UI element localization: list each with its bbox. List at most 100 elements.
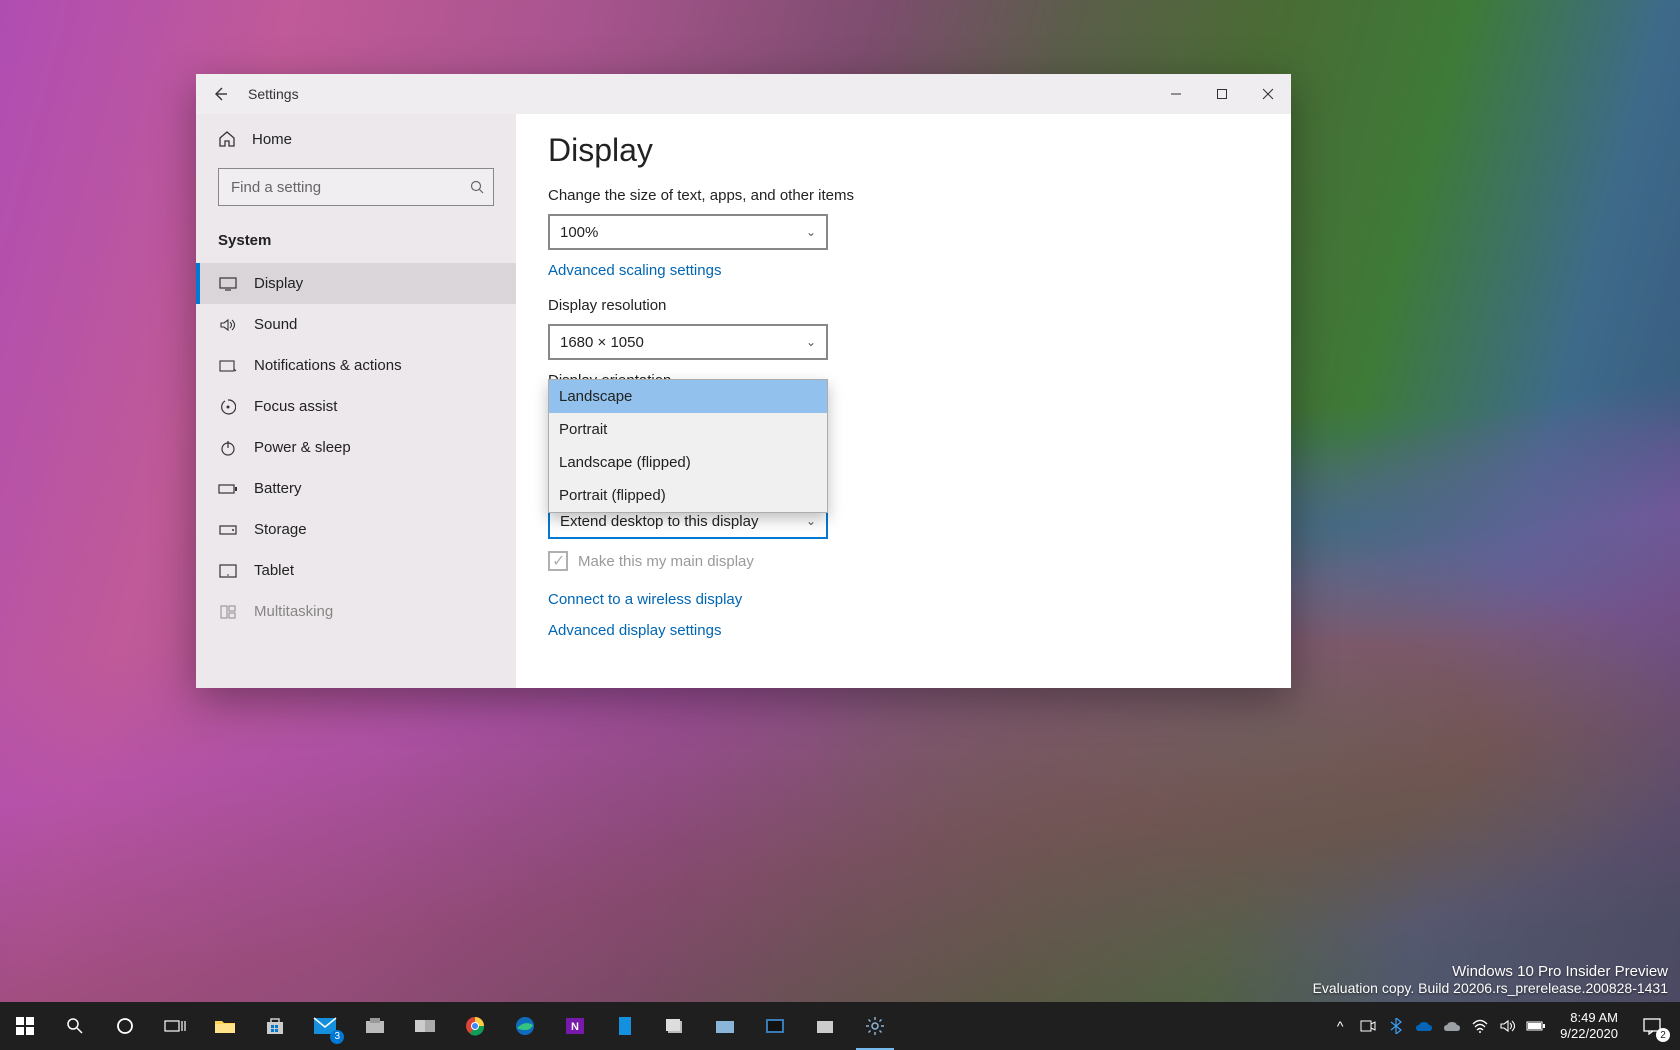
sidebar-item-tablet[interactable]: Tablet xyxy=(196,550,516,591)
orientation-option-landscape-flipped[interactable]: Landscape (flipped) xyxy=(549,446,827,479)
sidebar-item-focus-assist[interactable]: Focus assist xyxy=(196,386,516,427)
content-pane: Display Change the size of text, apps, a… xyxy=(516,114,1291,688)
home-icon xyxy=(218,130,236,148)
mail-badge: 3 xyxy=(330,1030,344,1044)
sidebar-item-multitasking[interactable]: Multitasking xyxy=(196,591,516,632)
sidebar-item-notifications[interactable]: Notifications & actions xyxy=(196,345,516,386)
back-button[interactable] xyxy=(196,74,244,114)
power-icon xyxy=(218,440,238,456)
notifications-icon xyxy=(218,359,238,373)
advanced-display-link[interactable]: Advanced display settings xyxy=(548,622,721,639)
page-title: Display xyxy=(548,132,1291,169)
sidebar-item-sound[interactable]: Sound xyxy=(196,304,516,345)
tray-overflow-icon[interactable]: ^ xyxy=(1326,1002,1354,1050)
sidebar-item-display[interactable]: Display xyxy=(196,263,516,304)
time: 8:49 AM xyxy=(1560,1010,1618,1026)
app-button-3[interactable] xyxy=(600,1002,650,1050)
date: 9/22/2020 xyxy=(1560,1026,1618,1042)
watermark: Windows 10 Pro Insider Preview Evaluatio… xyxy=(1313,963,1668,996)
mail-button[interactable]: 3 xyxy=(300,1002,350,1050)
meet-now-icon[interactable] xyxy=(1354,1002,1382,1050)
checkbox-icon xyxy=(548,551,568,571)
chrome-button[interactable] xyxy=(450,1002,500,1050)
app-button-6[interactable] xyxy=(750,1002,800,1050)
watermark-line1: Windows 10 Pro Insider Preview xyxy=(1313,963,1668,980)
app-button-5[interactable] xyxy=(700,1002,750,1050)
app-button-1[interactable] xyxy=(350,1002,400,1050)
battery-icon xyxy=(218,483,238,495)
sound-icon xyxy=(218,318,238,332)
onedrive-icon[interactable] xyxy=(1410,1002,1438,1050)
sidebar-label: Sound xyxy=(254,316,297,333)
advanced-scaling-link[interactable]: Advanced scaling settings xyxy=(548,262,721,279)
search-box[interactable] xyxy=(218,168,494,206)
sidebar-group-system: System xyxy=(196,222,516,263)
display-icon xyxy=(218,277,238,291)
maximize-button[interactable] xyxy=(1199,74,1245,114)
task-view-button[interactable] xyxy=(150,1002,200,1050)
storage-icon xyxy=(218,525,238,535)
file-explorer-button[interactable] xyxy=(200,1002,250,1050)
app-button-7[interactable] xyxy=(800,1002,850,1050)
scale-value: 100% xyxy=(560,224,598,241)
resolution-value: 1680 × 1050 xyxy=(560,334,644,351)
sidebar-label: Storage xyxy=(254,521,307,538)
search-button[interactable] xyxy=(50,1002,100,1050)
resolution-combobox[interactable]: 1680 × 1050 ⌄ xyxy=(548,324,828,360)
orientation-dropdown[interactable]: Landscape Portrait Landscape (flipped) P… xyxy=(548,379,828,513)
scale-label: Change the size of text, apps, and other… xyxy=(548,187,1291,204)
main-display-label: Make this my main display xyxy=(578,553,754,570)
sidebar-label: Tablet xyxy=(254,562,294,579)
main-display-checkbox: Make this my main display xyxy=(548,551,1291,571)
chevron-down-icon: ⌄ xyxy=(806,335,816,349)
app-button-4[interactable] xyxy=(650,1002,700,1050)
home-nav[interactable]: Home xyxy=(196,120,516,158)
close-button[interactable] xyxy=(1245,74,1291,114)
search-icon xyxy=(470,180,484,194)
microsoft-store-button[interactable] xyxy=(250,1002,300,1050)
battery-tray-icon[interactable] xyxy=(1522,1002,1550,1050)
onedrive-icon-2[interactable] xyxy=(1438,1002,1466,1050)
sidebar-item-battery[interactable]: Battery xyxy=(196,468,516,509)
system-tray[interactable]: ^ 8:49 AM 9/22/2020 2 xyxy=(1326,1002,1680,1050)
multiple-displays-value: Extend desktop to this display xyxy=(560,513,758,530)
scale-combobox[interactable]: 100% ⌄ xyxy=(548,214,828,250)
wifi-icon[interactable] xyxy=(1466,1002,1494,1050)
desktop: Windows 10 Pro Insider Preview Evaluatio… xyxy=(0,0,1680,1050)
svg-text:N: N xyxy=(571,1021,579,1033)
settings-taskbar-button[interactable] xyxy=(850,1002,900,1050)
volume-icon[interactable] xyxy=(1494,1002,1522,1050)
orientation-option-portrait[interactable]: Portrait xyxy=(549,413,827,446)
titlebar[interactable]: Settings xyxy=(196,74,1291,114)
window-title: Settings xyxy=(244,86,299,102)
app-button-2[interactable] xyxy=(400,1002,450,1050)
sidebar-label: Multitasking xyxy=(254,603,333,620)
sidebar-label: Display xyxy=(254,275,303,292)
bluetooth-icon[interactable] xyxy=(1382,1002,1410,1050)
orientation-option-portrait-flipped[interactable]: Portrait (flipped) xyxy=(549,479,827,512)
sidebar-item-storage[interactable]: Storage xyxy=(196,509,516,550)
orientation-option-landscape[interactable]: Landscape xyxy=(549,380,827,413)
search-input[interactable] xyxy=(218,168,494,206)
resolution-label: Display resolution xyxy=(548,297,1291,314)
start-button[interactable] xyxy=(0,1002,50,1050)
minimize-button[interactable] xyxy=(1153,74,1199,114)
home-label: Home xyxy=(252,131,292,148)
cortana-button[interactable] xyxy=(100,1002,150,1050)
multitasking-icon xyxy=(218,605,238,619)
sidebar-label: Battery xyxy=(254,480,302,497)
focus-assist-icon xyxy=(218,399,238,415)
watermark-line2: Evaluation copy. Build 20206.rs_prerelea… xyxy=(1313,980,1668,996)
action-center-button[interactable]: 2 xyxy=(1628,1002,1676,1050)
wireless-display-link[interactable]: Connect to a wireless display xyxy=(548,591,1291,608)
sidebar-item-power-sleep[interactable]: Power & sleep xyxy=(196,427,516,468)
sidebar-label: Focus assist xyxy=(254,398,337,415)
edge-button[interactable] xyxy=(500,1002,550,1050)
tablet-icon xyxy=(218,564,238,578)
clock[interactable]: 8:49 AM 9/22/2020 xyxy=(1550,1010,1628,1042)
chevron-down-icon: ⌄ xyxy=(806,514,816,528)
sidebar-label: Notifications & actions xyxy=(254,357,402,374)
taskbar[interactable]: 3 N ^ 8:49 AM 9/22/2020 xyxy=(0,1002,1680,1050)
onenote-button[interactable]: N xyxy=(550,1002,600,1050)
notification-badge: 2 xyxy=(1656,1028,1670,1042)
